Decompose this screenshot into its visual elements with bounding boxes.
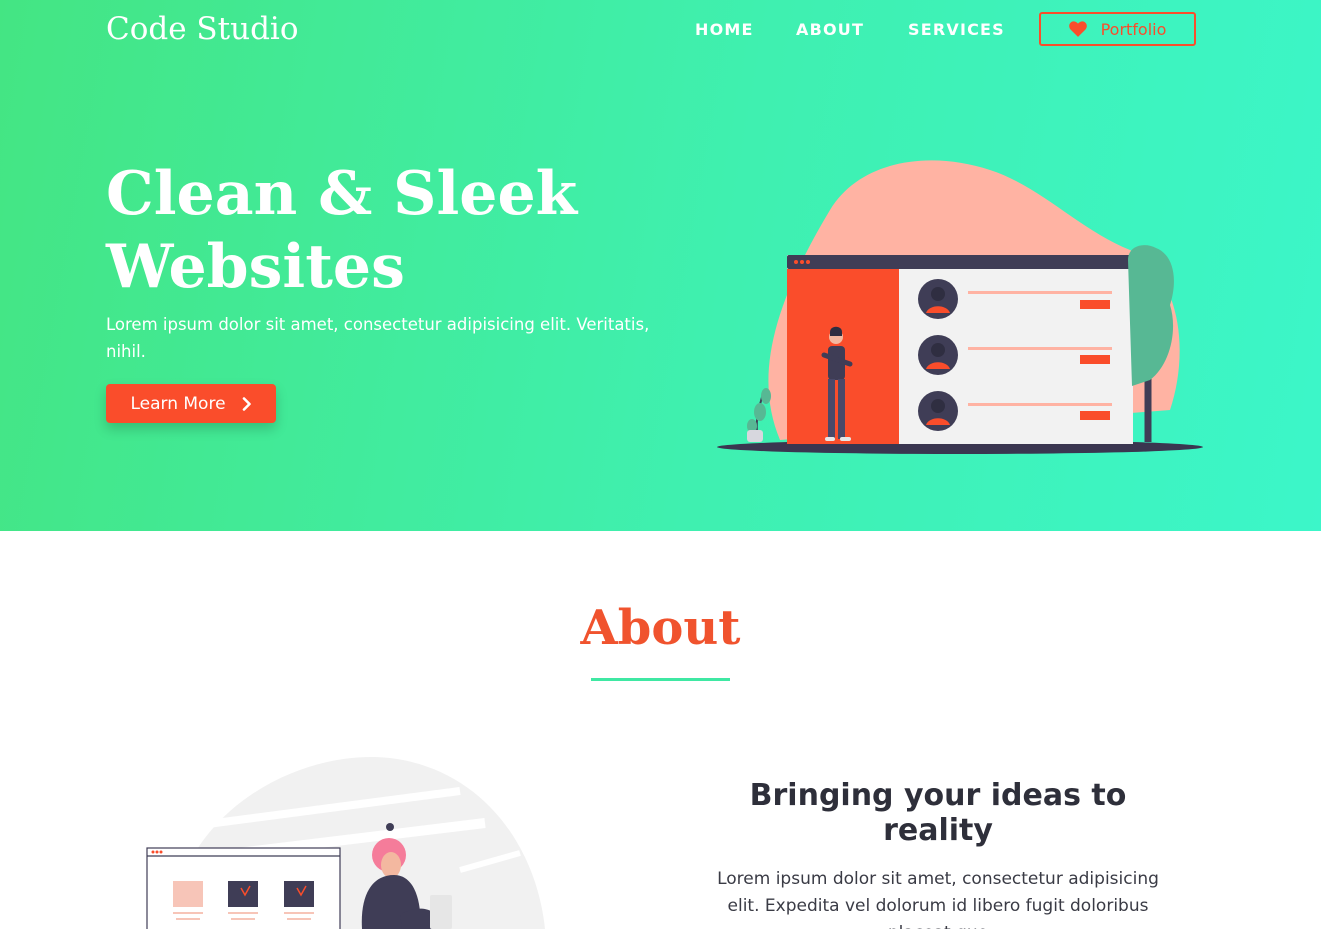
about-subtitle: Bringing your ideas to reality	[749, 778, 1127, 848]
about-title-underline	[591, 678, 730, 681]
portfolio-button-label: Portfolio	[1100, 19, 1167, 39]
hero-title-line-1: Clean & Sleek	[106, 159, 578, 229]
nav-about-link[interactable]: ABOUT	[796, 20, 864, 39]
hero-title: Clean & Sleek Websites	[106, 158, 666, 304]
heart-icon	[1068, 21, 1087, 37]
hero-description: Lorem ipsum dolor sit amet, consectetur …	[106, 315, 650, 361]
hero-title-line-2: Websites	[106, 232, 405, 302]
hero-section: Code Studio HOME ABOUT SERVICES Portfoli…	[0, 0, 1321, 531]
hero-illustration	[717, 160, 1203, 454]
learn-more-button[interactable]: Learn More	[106, 384, 276, 423]
browser-titlebar	[787, 255, 1133, 269]
plant-left-icon	[747, 388, 771, 442]
about-description: Lorem ipsum dolor sit amet, consectetur …	[717, 869, 1159, 929]
learn-more-label: Learn More	[130, 393, 226, 414]
portfolio-button[interactable]: Portfolio	[1039, 12, 1196, 46]
nav-services-link[interactable]: SERVICES	[908, 20, 1005, 39]
nav-home-link[interactable]: HOME	[695, 20, 754, 39]
chevron-right-icon	[242, 396, 251, 411]
about-title: About	[580, 600, 741, 656]
about-illustration	[146, 756, 545, 929]
